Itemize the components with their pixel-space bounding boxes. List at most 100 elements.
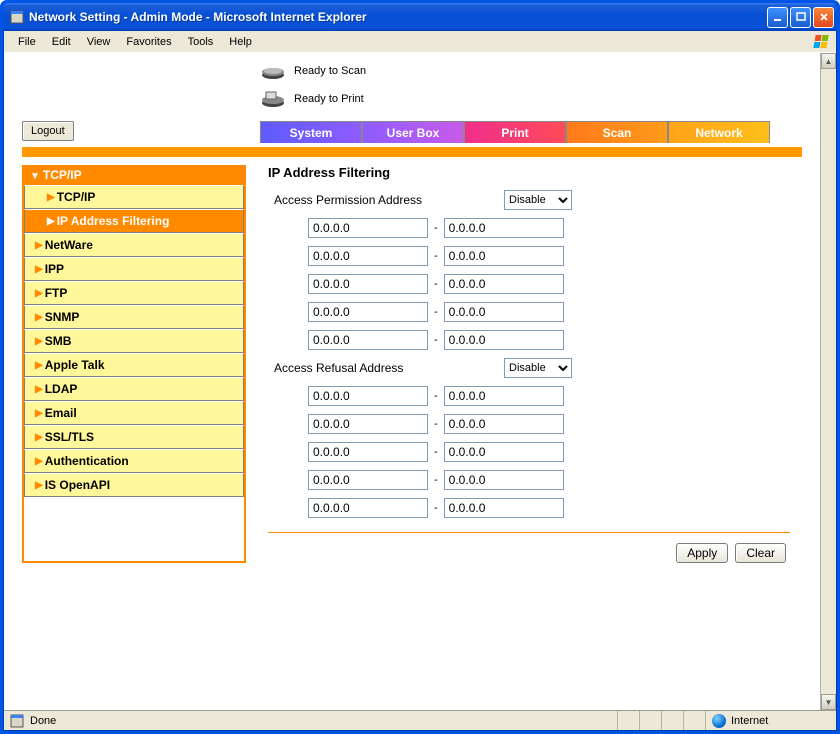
globe-icon	[712, 714, 726, 728]
sidebar-item-authentication[interactable]: ▶Authentication	[24, 449, 244, 473]
permission-label: Access Permission Address	[274, 193, 504, 207]
form-divider	[268, 532, 790, 533]
perm-ip-from-2[interactable]	[308, 246, 428, 266]
refu-ip-from-3[interactable]	[308, 442, 428, 462]
arrow-icon: ▶	[35, 384, 43, 395]
arrow-icon: ▶	[35, 408, 43, 419]
perm-ip-to-1[interactable]	[444, 218, 564, 238]
maximize-button[interactable]	[790, 7, 811, 28]
perm-ip-to-4[interactable]	[444, 302, 564, 322]
arrow-icon: ▶	[47, 216, 55, 227]
apply-button[interactable]: Apply	[676, 543, 728, 563]
printer-icon	[260, 90, 286, 108]
refu-ip-to-4[interactable]	[444, 470, 564, 490]
sidebar-item-is-openapi[interactable]: ▶IS OpenAPI	[24, 473, 244, 497]
dash: -	[434, 250, 438, 262]
chevron-down-icon: ▼	[30, 171, 40, 182]
minimize-button[interactable]	[767, 7, 788, 28]
perm-ip-from-4[interactable]	[308, 302, 428, 322]
refu-ip-from-4[interactable]	[308, 470, 428, 490]
refusal-label: Access Refusal Address	[274, 361, 504, 375]
menubar: File Edit View Favorites Tools Help	[4, 31, 836, 53]
refu-ip-from-5[interactable]	[308, 498, 428, 518]
dash: -	[434, 418, 438, 430]
arrow-icon: ▶	[35, 336, 43, 347]
sidebar-header[interactable]: ▼TCP/IP	[24, 165, 244, 185]
refusal-select[interactable]: Disable	[504, 358, 572, 378]
window-frame: Network Setting - Admin Mode - Microsoft…	[0, 0, 840, 734]
scroll-down-icon[interactable]: ▼	[821, 694, 836, 710]
title-bar[interactable]: Network Setting - Admin Mode - Microsoft…	[3, 3, 837, 31]
sidebar-item-ssl[interactable]: ▶SSL/TLS	[24, 425, 244, 449]
menu-favorites[interactable]: Favorites	[118, 34, 179, 50]
perm-ip-from-1[interactable]	[308, 218, 428, 238]
ie-client-area: File Edit View Favorites Tools Help	[3, 31, 837, 731]
scanner-icon	[260, 62, 286, 80]
menu-file[interactable]: File	[10, 34, 44, 50]
zone-text: Internet	[731, 715, 768, 727]
arrow-icon: ▶	[35, 264, 43, 275]
arrow-icon: ▶	[47, 192, 55, 203]
sidebar-item-tcpip[interactable]: ▶TCP/IP	[24, 185, 244, 209]
arrow-icon: ▶	[35, 432, 43, 443]
refu-ip-from-2[interactable]	[308, 414, 428, 434]
sidebar-item-ftp[interactable]: ▶FTP	[24, 281, 244, 305]
perm-ip-from-5[interactable]	[308, 330, 428, 350]
perm-ip-to-3[interactable]	[444, 274, 564, 294]
status-text: Done	[30, 715, 56, 727]
main-content: IP Address Filtering Access Permission A…	[246, 165, 802, 563]
sidebar-item-appletalk[interactable]: ▶Apple Talk	[24, 353, 244, 377]
perm-ip-to-5[interactable]	[444, 330, 564, 350]
orange-divider	[22, 147, 802, 157]
status-bar: Done Internet	[4, 710, 836, 730]
dash: -	[434, 446, 438, 458]
menu-view[interactable]: View	[79, 34, 119, 50]
page-heading: IP Address Filtering	[268, 165, 790, 180]
perm-ip-from-3[interactable]	[308, 274, 428, 294]
done-icon	[10, 714, 24, 728]
window-title: Network Setting - Admin Mode - Microsoft…	[29, 10, 767, 24]
menu-help[interactable]: Help	[221, 34, 260, 50]
refu-ip-to-1[interactable]	[444, 386, 564, 406]
menu-edit[interactable]: Edit	[44, 34, 79, 50]
sidebar-item-ipp[interactable]: ▶IPP	[24, 257, 244, 281]
arrow-icon: ▶	[35, 240, 43, 251]
device-status: Ready to Scan Ready to Print	[260, 61, 802, 109]
refu-ip-from-1[interactable]	[308, 386, 428, 406]
sidebar-item-smb[interactable]: ▶SMB	[24, 329, 244, 353]
sidebar-item-email[interactable]: ▶Email	[24, 401, 244, 425]
arrow-icon: ▶	[35, 456, 43, 467]
refu-ip-to-3[interactable]	[444, 442, 564, 462]
tab-print[interactable]: Print	[464, 121, 566, 143]
print-status-text: Ready to Print	[294, 93, 364, 105]
dash: -	[434, 334, 438, 346]
menu-tools[interactable]: Tools	[180, 34, 222, 50]
scroll-up-icon[interactable]: ▲	[821, 53, 836, 69]
sidebar-item-netware[interactable]: ▶NetWare	[24, 233, 244, 257]
arrow-icon: ▶	[35, 288, 43, 299]
permission-select[interactable]: Disable	[504, 190, 572, 210]
dash: -	[434, 278, 438, 290]
tab-network[interactable]: Network	[668, 121, 770, 143]
close-button[interactable]	[813, 7, 834, 28]
refu-ip-to-2[interactable]	[444, 414, 564, 434]
refu-ip-to-5[interactable]	[444, 498, 564, 518]
logout-button[interactable]: Logout	[22, 121, 74, 141]
windows-flag-icon	[812, 33, 832, 51]
dash: -	[434, 222, 438, 234]
vertical-scrollbar[interactable]: ▲ ▼	[820, 53, 836, 710]
dash: -	[434, 502, 438, 514]
perm-ip-to-2[interactable]	[444, 246, 564, 266]
tab-userbox[interactable]: User Box	[362, 121, 464, 143]
clear-button[interactable]: Clear	[735, 543, 786, 563]
sidebar-item-snmp[interactable]: ▶SNMP	[24, 305, 244, 329]
dash: -	[434, 390, 438, 402]
dash: -	[434, 306, 438, 318]
tab-system[interactable]: System	[260, 121, 362, 143]
sidebar-item-ldap[interactable]: ▶LDAP	[24, 377, 244, 401]
arrow-icon: ▶	[35, 480, 43, 491]
tab-scan[interactable]: Scan	[566, 121, 668, 143]
scan-status-text: Ready to Scan	[294, 65, 366, 77]
sidebar-item-ip-filtering[interactable]: ▶IP Address Filtering	[24, 209, 244, 233]
arrow-icon: ▶	[35, 312, 43, 323]
